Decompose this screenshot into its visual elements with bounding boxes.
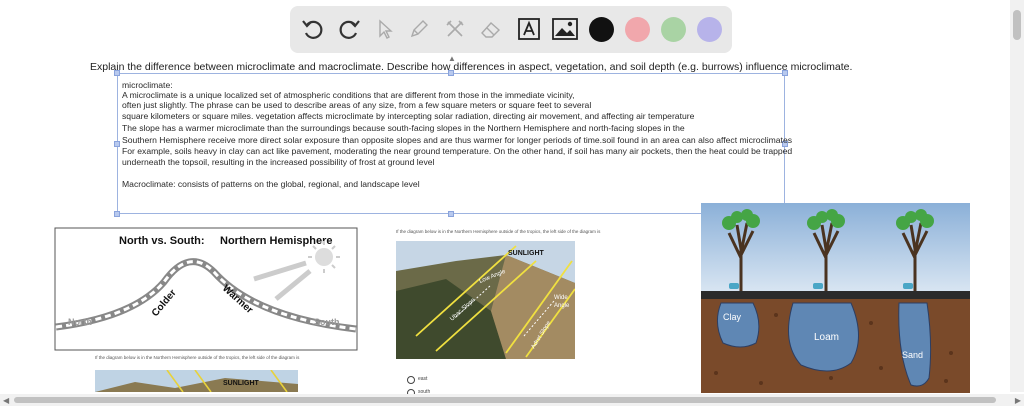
north-south-diagram: North vs. South: Northern Hemisphere Nor… xyxy=(54,227,358,351)
text-icon[interactable] xyxy=(514,14,544,44)
scrollbar-thumb[interactable] xyxy=(14,397,996,403)
answer-line: A microclimate is a unique localized set… xyxy=(122,90,575,100)
diagram-title-rest: Northern Hemisphere xyxy=(220,235,332,247)
answer-line: microclimate: xyxy=(122,80,173,90)
sunlight-photo-small: SUNLIGHT xyxy=(95,370,298,392)
pencil-icon[interactable] xyxy=(404,14,434,44)
answer-line: The slope has a warmer microclimate than… xyxy=(122,123,685,133)
redo-icon[interactable] xyxy=(334,14,364,44)
question-text: Explain the difference between microclim… xyxy=(90,61,853,73)
horizontal-scrollbar[interactable]: ◀ ▶ xyxy=(0,394,1024,406)
answer-line: square kilometers or square miles. veget… xyxy=(122,111,695,121)
wide-angle-label-1: Wide xyxy=(554,295,568,301)
sunlight-label: SUNLIGHT xyxy=(508,250,545,257)
slope-photo: SUNLIGHT Low Angle Ubac Slope Wide Angle… xyxy=(396,241,575,359)
resize-handle[interactable] xyxy=(114,141,120,147)
north-label: North xyxy=(68,317,92,327)
color-purple-swatch[interactable] xyxy=(694,14,724,44)
answer-line: underneath the topsoil, resulting in the… xyxy=(122,157,435,167)
undo-icon[interactable] xyxy=(298,14,328,44)
wide-angle-label-2: Angle xyxy=(554,303,570,309)
resize-handle[interactable] xyxy=(448,211,454,217)
resize-handle[interactable] xyxy=(114,211,120,217)
soil-types-diagram: Clay Loam Sand xyxy=(701,203,970,393)
color-black-swatch[interactable] xyxy=(586,14,616,44)
diagram2-caption: If the diagram below is in the Northern … xyxy=(396,229,601,234)
pointer-icon[interactable] xyxy=(370,14,400,44)
answer-line: often just slightly. The phrase can be u… xyxy=(122,100,592,110)
scrollbar-thumb[interactable] xyxy=(1013,10,1021,40)
vertical-scrollbar[interactable] xyxy=(1010,0,1024,392)
eraser-icon[interactable] xyxy=(476,14,506,44)
answer-line: Southern Hemisphere receive more direct … xyxy=(122,135,793,145)
diagram-caption: If the diagram below is in the Northern … xyxy=(95,355,300,360)
resize-handle[interactable] xyxy=(782,70,788,76)
answer-line: For example, soils heavy in clay can act… xyxy=(122,146,793,156)
color-pink-swatch[interactable] xyxy=(622,14,652,44)
loam-label: Loam xyxy=(814,332,839,343)
scroll-left-icon[interactable]: ◀ xyxy=(3,396,9,405)
sand-label: Sand xyxy=(902,350,923,360)
sunlight-label: SUNLIGHT xyxy=(223,380,260,387)
tools-icon[interactable] xyxy=(440,14,470,44)
radio-east[interactable] xyxy=(407,376,415,384)
resize-handle[interactable] xyxy=(448,70,454,76)
clay-label: Clay xyxy=(723,312,742,322)
color-green-swatch[interactable] xyxy=(658,14,688,44)
scroll-right-icon[interactable]: ▶ xyxy=(1015,396,1021,405)
resize-handle[interactable] xyxy=(114,70,120,76)
radio-east-label: east xyxy=(418,376,428,382)
answer-line: Macroclimate: consists of patterns on th… xyxy=(122,179,420,189)
diagram-title: North vs. South: xyxy=(119,235,205,247)
drawing-toolbar xyxy=(290,6,732,53)
south-label: South xyxy=(314,317,340,327)
image-icon[interactable] xyxy=(550,14,580,44)
